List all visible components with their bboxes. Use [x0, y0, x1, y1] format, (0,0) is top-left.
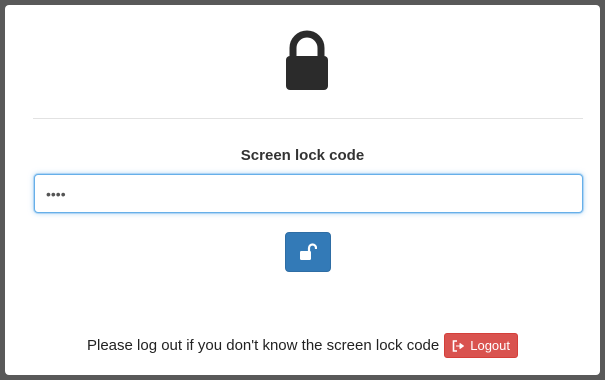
screen-lock-dialog: Screen lock code Please log out if you d…	[5, 5, 600, 375]
logout-button[interactable]: Logout	[444, 333, 518, 358]
sign-out-icon	[452, 339, 465, 352]
logout-footer: Please log out if you don't know the scr…	[5, 333, 600, 358]
divider	[33, 118, 583, 119]
lock-icon	[286, 30, 328, 90]
unlock-icon	[300, 243, 317, 260]
screen-lock-code-input[interactable]	[34, 174, 583, 213]
logout-button-label: Logout	[470, 338, 510, 353]
unlock-button[interactable]	[285, 232, 331, 272]
logout-hint-text: Please log out if you don't know the scr…	[86, 337, 440, 354]
screen-lock-code-label: Screen lock code	[240, 147, 365, 164]
